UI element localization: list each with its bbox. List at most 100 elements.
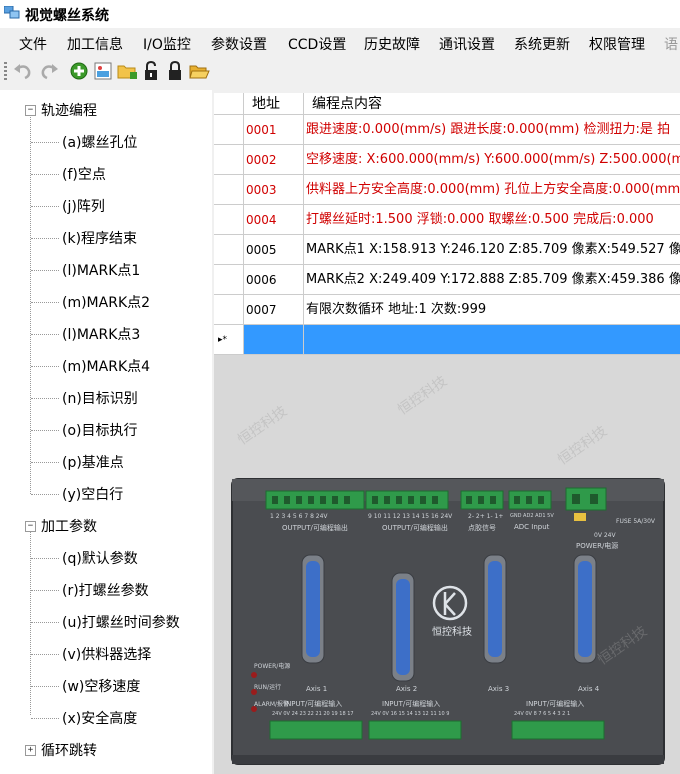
- output-pin-numbers-2: 9 10 11 12 13 14 15 16 24V: [368, 513, 453, 520]
- tree-item-mark2[interactable]: (m)MARK点2: [62, 292, 150, 312]
- menu-permission[interactable]: 权限管理: [589, 34, 645, 54]
- led-power-label: POWER/电源: [254, 663, 291, 670]
- menu-language[interactable]: 语: [664, 34, 678, 54]
- cell-address-new[interactable]: [244, 325, 304, 355]
- tree-item-mark3[interactable]: (l)MARK点3: [62, 324, 140, 344]
- adc-input-label: ADC Input: [514, 523, 550, 531]
- dispense-pin-numbers: 2- 2+ 1- 1+: [468, 513, 504, 520]
- row-header[interactable]: [214, 235, 244, 265]
- tree-item-reference-point[interactable]: (p)基准点: [62, 452, 124, 472]
- cell-content[interactable]: MARK点2 X:249.409 Y:172.888 Z:85.709 像素X:…: [304, 265, 680, 295]
- input-pin-numbers-1: 24V 0V 24 23 22 21 20 19 18 17: [272, 711, 354, 717]
- toolbar-grip[interactable]: [4, 62, 7, 82]
- cell-address[interactable]: 0005: [244, 235, 304, 265]
- table-row[interactable]: 0002 空移速度: X:600.000(mm/s) Y:600.000(mm/…: [214, 145, 680, 175]
- brand-label: 恒控科技: [432, 627, 472, 638]
- tree-item-default-params[interactable]: (q)默认参数: [62, 548, 138, 568]
- app-icon: [4, 6, 20, 19]
- tree-item-idle-speed[interactable]: (w)空移速度: [62, 676, 140, 696]
- menu-bar: 文件 加工信息 I/O监控 参数设置 CCD设置 历史故障 通讯设置 系统更新 …: [0, 30, 680, 54]
- menu-system-update[interactable]: 系统更新: [514, 34, 570, 54]
- new-row-marker-icon[interactable]: ▸*: [214, 325, 244, 355]
- tree-group-process-params[interactable]: 加工参数: [41, 516, 97, 536]
- cell-content-new[interactable]: [304, 325, 680, 355]
- input-label-3: INPUT/可编程输入: [526, 700, 585, 708]
- cell-address[interactable]: 0001: [244, 115, 304, 145]
- input-label-2: INPUT/可编程输入: [382, 700, 441, 708]
- menu-parameter-settings[interactable]: 参数设置: [211, 34, 267, 54]
- cell-address[interactable]: 0007: [244, 295, 304, 325]
- tree-item-feeder-select[interactable]: (v)供料器选择: [62, 644, 151, 664]
- program-grid: 地址 编程点内容 0001 跟进速度:0.000(mm/s) 跟进长度:0.00…: [214, 93, 680, 355]
- row-header[interactable]: [214, 265, 244, 295]
- column-header-address[interactable]: 地址: [244, 93, 304, 115]
- add-green-icon[interactable]: [68, 60, 90, 82]
- tree-item-blank-line[interactable]: (y)空白行: [62, 484, 123, 504]
- tree-item-target-execute[interactable]: (o)目标执行: [62, 420, 138, 440]
- folder-open-icon[interactable]: [188, 60, 210, 82]
- menu-io-monitor[interactable]: I/O监控: [143, 34, 191, 54]
- cell-content[interactable]: MARK点1 X:158.913 Y:246.120 Z:85.709 像素X:…: [304, 235, 680, 265]
- cell-content[interactable]: 空移速度: X:600.000(mm/s) Y:600.000(mm/s) Z:…: [304, 145, 680, 175]
- table-row[interactable]: 0003 供料器上方安全高度:0.000(mm) 孔位上方安全高度:0.000(…: [214, 175, 680, 205]
- tree-item-screw-params[interactable]: (r)打螺丝参数: [62, 580, 149, 600]
- table-row[interactable]: 0005 MARK点1 X:158.913 Y:246.120 Z:85.709…: [214, 235, 680, 265]
- menu-file[interactable]: 文件: [19, 34, 47, 54]
- tree-item-mark4[interactable]: (m)MARK点4: [62, 356, 150, 376]
- menu-process-info[interactable]: 加工信息: [67, 34, 123, 54]
- tree-item-mark1[interactable]: (l)MARK点1: [62, 260, 140, 280]
- cell-content[interactable]: 打螺丝延时:1.500 浮锁:0.000 取螺丝:0.500 完成后:0.000: [304, 205, 680, 235]
- menu-ccd-settings[interactable]: CCD设置: [288, 34, 346, 54]
- tree-item-program-end[interactable]: (k)程序结束: [62, 228, 137, 248]
- cell-address[interactable]: 0004: [244, 205, 304, 235]
- output-pin-numbers-1: 1 2 3 4 5 6 7 8 24V: [270, 513, 328, 520]
- menu-comm-settings[interactable]: 通讯设置: [439, 34, 495, 54]
- table-row[interactable]: 0007 有限次数循环 地址:1 次数:999: [214, 295, 680, 325]
- expander-collapse-icon[interactable]: −: [25, 105, 36, 116]
- tree-item-array[interactable]: (j)阵列: [62, 196, 105, 216]
- new-row[interactable]: ▸*: [214, 325, 680, 355]
- column-header-content[interactable]: 编程点内容: [304, 93, 680, 115]
- row-header[interactable]: [214, 295, 244, 325]
- row-header[interactable]: [214, 175, 244, 205]
- axis4-label: Axis 4: [578, 685, 600, 693]
- title-bar: 视觉螺丝系统: [0, 0, 680, 28]
- tree-item-screw-time-params[interactable]: (u)打螺丝时间参数: [62, 612, 180, 632]
- unlock-icon[interactable]: [140, 60, 162, 82]
- row-header[interactable]: [214, 115, 244, 145]
- grid-corner-header[interactable]: [214, 93, 244, 115]
- program-tree: − 轨迹编程 (a)螺丝孔位 (f)空点 (j)阵列 (k)程序结束 (l)MA…: [0, 90, 212, 774]
- image-icon[interactable]: [92, 60, 114, 82]
- tree-item-safe-height[interactable]: (x)安全高度: [62, 708, 137, 728]
- table-row[interactable]: 0001 跟进速度:0.000(mm/s) 跟进长度:0.000(mm) 检测扭…: [214, 115, 680, 145]
- cell-content[interactable]: 跟进速度:0.000(mm/s) 跟进长度:0.000(mm) 检测扭力:是 拍: [304, 115, 680, 145]
- controller-image: OUTPUT/可编程输出 OUTPUT/可编程输出 点胶信号 ADC Input…: [214, 355, 680, 774]
- input-label-1: INPUT/可编程输入: [284, 700, 343, 708]
- folder-add-icon[interactable]: [116, 60, 138, 82]
- adc-pin-numbers: GND AD2 AD1 5V: [510, 513, 554, 519]
- cell-content[interactable]: 有限次数循环 地址:1 次数:999: [304, 295, 680, 325]
- cell-address[interactable]: 0003: [244, 175, 304, 205]
- lock-icon[interactable]: [164, 60, 186, 82]
- tree-group-loop-jump[interactable]: 循环跳转: [41, 740, 97, 760]
- tree-group-trajectory[interactable]: 轨迹编程: [41, 100, 97, 120]
- cell-address[interactable]: 0006: [244, 265, 304, 295]
- cell-content[interactable]: 供料器上方安全高度:0.000(mm) 孔位上方安全高度:0.000(mm: [304, 175, 680, 205]
- table-row[interactable]: 0006 MARK点2 X:249.409 Y:172.888 Z:85.709…: [214, 265, 680, 295]
- row-header[interactable]: [214, 205, 244, 235]
- redo-icon[interactable]: [38, 60, 60, 82]
- led-run-label: RUN/运行: [254, 684, 282, 691]
- tree-item-empty-point[interactable]: (f)空点: [62, 164, 106, 184]
- toolbar: [0, 56, 680, 86]
- menu-fault-history[interactable]: 历史故障: [364, 34, 420, 54]
- input-pin-numbers-3: 24V 0V 8 7 6 5 4 3 2 1: [514, 711, 571, 717]
- undo-icon[interactable]: [12, 60, 34, 82]
- table-row[interactable]: 0004 打螺丝延时:1.500 浮锁:0.000 取螺丝:0.500 完成后:…: [214, 205, 680, 235]
- tree-item-target-recognition[interactable]: (n)目标识别: [62, 388, 138, 408]
- expander-expand-icon[interactable]: +: [25, 745, 36, 756]
- row-header[interactable]: [214, 145, 244, 175]
- cell-address[interactable]: 0002: [244, 145, 304, 175]
- expander-collapse-icon[interactable]: −: [25, 521, 36, 532]
- tree-item-screw-hole[interactable]: (a)螺丝孔位: [62, 132, 138, 152]
- dispense-signal-label: 点胶信号: [468, 524, 496, 532]
